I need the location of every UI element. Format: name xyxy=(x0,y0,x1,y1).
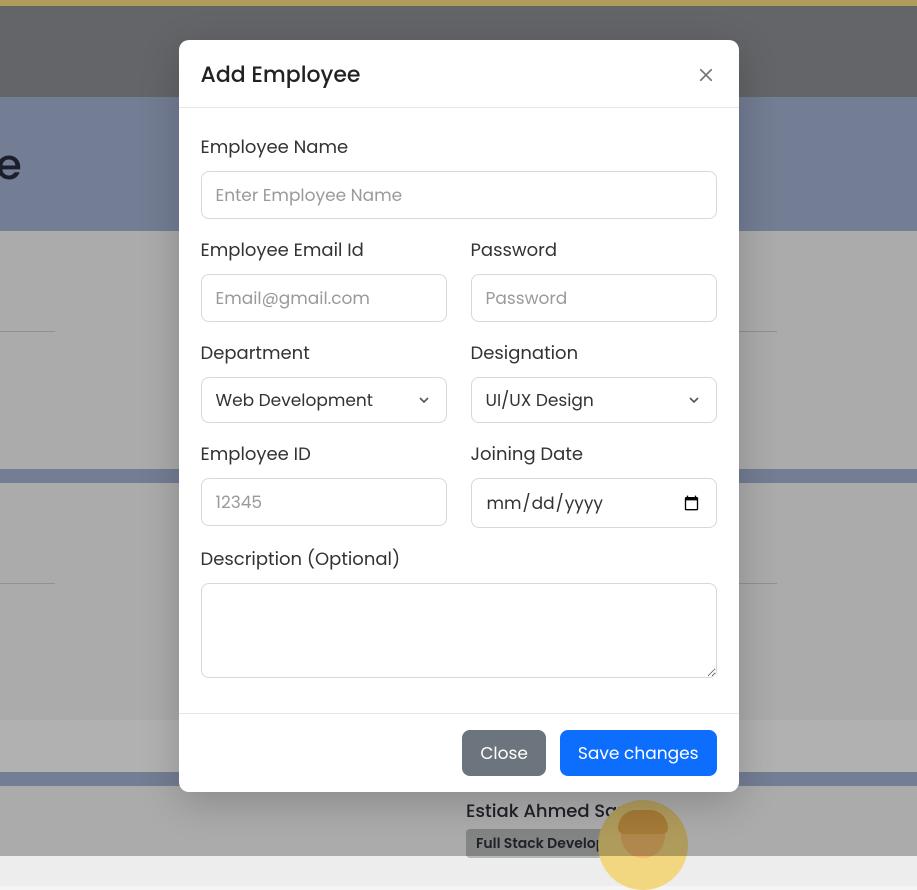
modal-body: Employee Name Employee Email Id Password… xyxy=(179,108,739,713)
designation-select[interactable]: UI/UX Design xyxy=(471,377,717,423)
password-input[interactable] xyxy=(471,274,717,322)
joining-date-input[interactable] xyxy=(471,478,717,528)
label-joining-date: Joining Date xyxy=(471,441,717,468)
form-group-employee-name: Employee Name xyxy=(201,134,717,219)
label-email: Employee Email Id xyxy=(201,237,447,264)
modal-header: Add Employee xyxy=(179,40,739,108)
close-button[interactable]: Close xyxy=(462,730,546,776)
form-group-email: Employee Email Id xyxy=(201,237,447,322)
email-input[interactable] xyxy=(201,274,447,322)
form-group-employee-id: Employee ID xyxy=(201,441,447,528)
label-employee-id: Employee ID xyxy=(201,441,447,468)
modal-title: Add Employee xyxy=(201,58,361,91)
form-row: Department Web Development Designation U… xyxy=(201,340,717,423)
employee-id-input[interactable] xyxy=(201,478,447,526)
modal-footer: Close Save changes xyxy=(179,713,739,792)
form-group-joining-date: Joining Date xyxy=(471,441,717,528)
label-designation: Designation xyxy=(471,340,717,367)
add-employee-modal: Add Employee Employee Name Employee Emai… xyxy=(179,40,739,792)
form-group-password: Password xyxy=(471,237,717,322)
label-employee-name: Employee Name xyxy=(201,134,717,161)
label-description: Description (Optional) xyxy=(201,546,717,573)
label-password: Password xyxy=(471,237,717,264)
close-icon[interactable] xyxy=(695,64,717,86)
form-group-department: Department Web Development xyxy=(201,340,447,423)
department-select[interactable]: Web Development xyxy=(201,377,447,423)
form-group-designation: Designation UI/UX Design xyxy=(471,340,717,423)
form-group-description: Description (Optional) xyxy=(201,546,717,685)
save-changes-button[interactable]: Save changes xyxy=(560,730,717,776)
form-row: Employee Email Id Password xyxy=(201,237,717,322)
employee-name-input[interactable] xyxy=(201,171,717,219)
label-department: Department xyxy=(201,340,447,367)
description-textarea[interactable] xyxy=(201,583,717,678)
form-row: Employee ID Joining Date xyxy=(201,441,717,528)
